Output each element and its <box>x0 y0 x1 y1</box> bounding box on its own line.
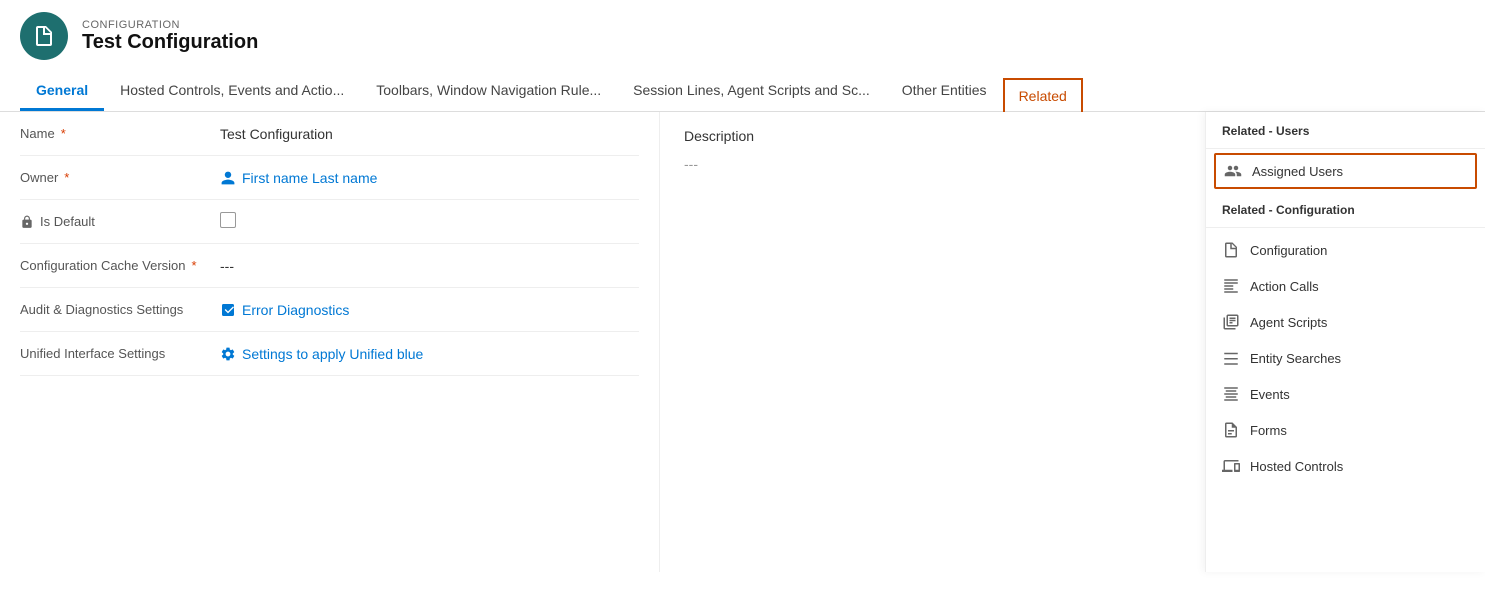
related-users-title: Related - Users <box>1206 112 1485 144</box>
name-label: Name * <box>20 126 220 141</box>
tab-hosted-controls[interactable]: Hosted Controls, Events and Actio... <box>104 72 360 111</box>
related-item-configuration[interactable]: Configuration <box>1206 232 1485 268</box>
forms-label: Forms <box>1250 423 1287 438</box>
related-item-hosted-controls[interactable]: Hosted Controls <box>1206 448 1485 484</box>
configuration-icon <box>32 24 56 48</box>
app-icon <box>20 12 68 60</box>
config-cache-label: Configuration Cache Version * <box>20 258 220 273</box>
related-item-action-calls[interactable]: Action Calls <box>1206 268 1485 304</box>
events-icon <box>1222 385 1240 403</box>
audit-row: Audit & Diagnostics Settings Error Diagn… <box>20 288 639 332</box>
diagnostics-icon <box>220 302 236 318</box>
app-title-block: CONFIGURATION Test Configuration <box>82 19 258 54</box>
agent-scripts-icon <box>1222 313 1240 331</box>
events-label: Events <box>1250 387 1290 402</box>
settings-icon <box>220 346 236 362</box>
is-default-label: Is Default <box>20 214 220 229</box>
is-default-row: Is Default <box>20 200 639 244</box>
app-header: CONFIGURATION Test Configuration <box>0 0 1485 72</box>
unified-value[interactable]: Settings to apply Unified blue <box>220 346 639 362</box>
entity-searches-icon <box>1222 349 1240 367</box>
agent-scripts-label: Agent Scripts <box>1250 315 1327 330</box>
is-default-checkbox[interactable] <box>220 212 236 228</box>
related-item-agent-scripts[interactable]: Agent Scripts <box>1206 304 1485 340</box>
name-row: Name * Test Configuration <box>20 112 639 156</box>
related-item-forms[interactable]: Forms <box>1206 412 1485 448</box>
hosted-controls-label: Hosted Controls <box>1250 459 1343 474</box>
config-cache-required: * <box>192 258 197 273</box>
divider-1 <box>1206 148 1485 149</box>
related-item-events[interactable]: Events <box>1206 376 1485 412</box>
app-subtitle: CONFIGURATION <box>82 19 258 31</box>
name-value: Test Configuration <box>220 126 639 142</box>
action-calls-icon <box>1222 277 1240 295</box>
configuration-item-icon <box>1222 241 1240 259</box>
assigned-users-label: Assigned Users <box>1252 164 1343 179</box>
owner-value[interactable]: First name Last name <box>220 170 639 186</box>
unified-row: Unified Interface Settings Settings to a… <box>20 332 639 376</box>
owner-required: * <box>64 170 69 185</box>
related-dropdown: Related - Users Assigned Users Related -… <box>1205 112 1485 572</box>
tab-toolbars[interactable]: Toolbars, Window Navigation Rule... <box>360 72 617 111</box>
owner-row: Owner * First name Last name <box>20 156 639 200</box>
name-required: * <box>61 126 66 141</box>
config-cache-row: Configuration Cache Version * --- <box>20 244 639 288</box>
divider-2 <box>1206 227 1485 228</box>
config-cache-value: --- <box>220 258 639 274</box>
app-title: Test Configuration <box>82 31 258 54</box>
related-item-assigned-users[interactable]: Assigned Users <box>1214 153 1477 189</box>
lock-icon <box>20 215 34 229</box>
is-default-value <box>220 212 639 231</box>
unified-label: Unified Interface Settings <box>20 346 220 361</box>
entity-searches-label: Entity Searches <box>1250 351 1341 366</box>
audit-value[interactable]: Error Diagnostics <box>220 302 639 318</box>
person-icon <box>220 170 236 186</box>
owner-label: Owner * <box>20 170 220 185</box>
related-item-entity-searches[interactable]: Entity Searches <box>1206 340 1485 376</box>
action-calls-label: Action Calls <box>1250 279 1319 294</box>
tab-other-entities[interactable]: Other Entities <box>886 72 1003 111</box>
form-panel: Name * Test Configuration Owner * First … <box>0 112 660 572</box>
related-config-title: Related - Configuration <box>1206 191 1485 223</box>
tab-general[interactable]: General <box>20 72 104 111</box>
hosted-controls-icon <box>1222 457 1240 475</box>
forms-icon <box>1222 421 1240 439</box>
tabs-bar: General Hosted Controls, Events and Acti… <box>0 72 1485 112</box>
tab-related[interactable]: Related <box>1003 78 1083 112</box>
assigned-users-icon <box>1224 162 1242 180</box>
configuration-label: Configuration <box>1250 243 1327 258</box>
tab-session-lines[interactable]: Session Lines, Agent Scripts and Sc... <box>617 72 886 111</box>
main-content: Name * Test Configuration Owner * First … <box>0 112 1485 572</box>
audit-label: Audit & Diagnostics Settings <box>20 302 220 317</box>
